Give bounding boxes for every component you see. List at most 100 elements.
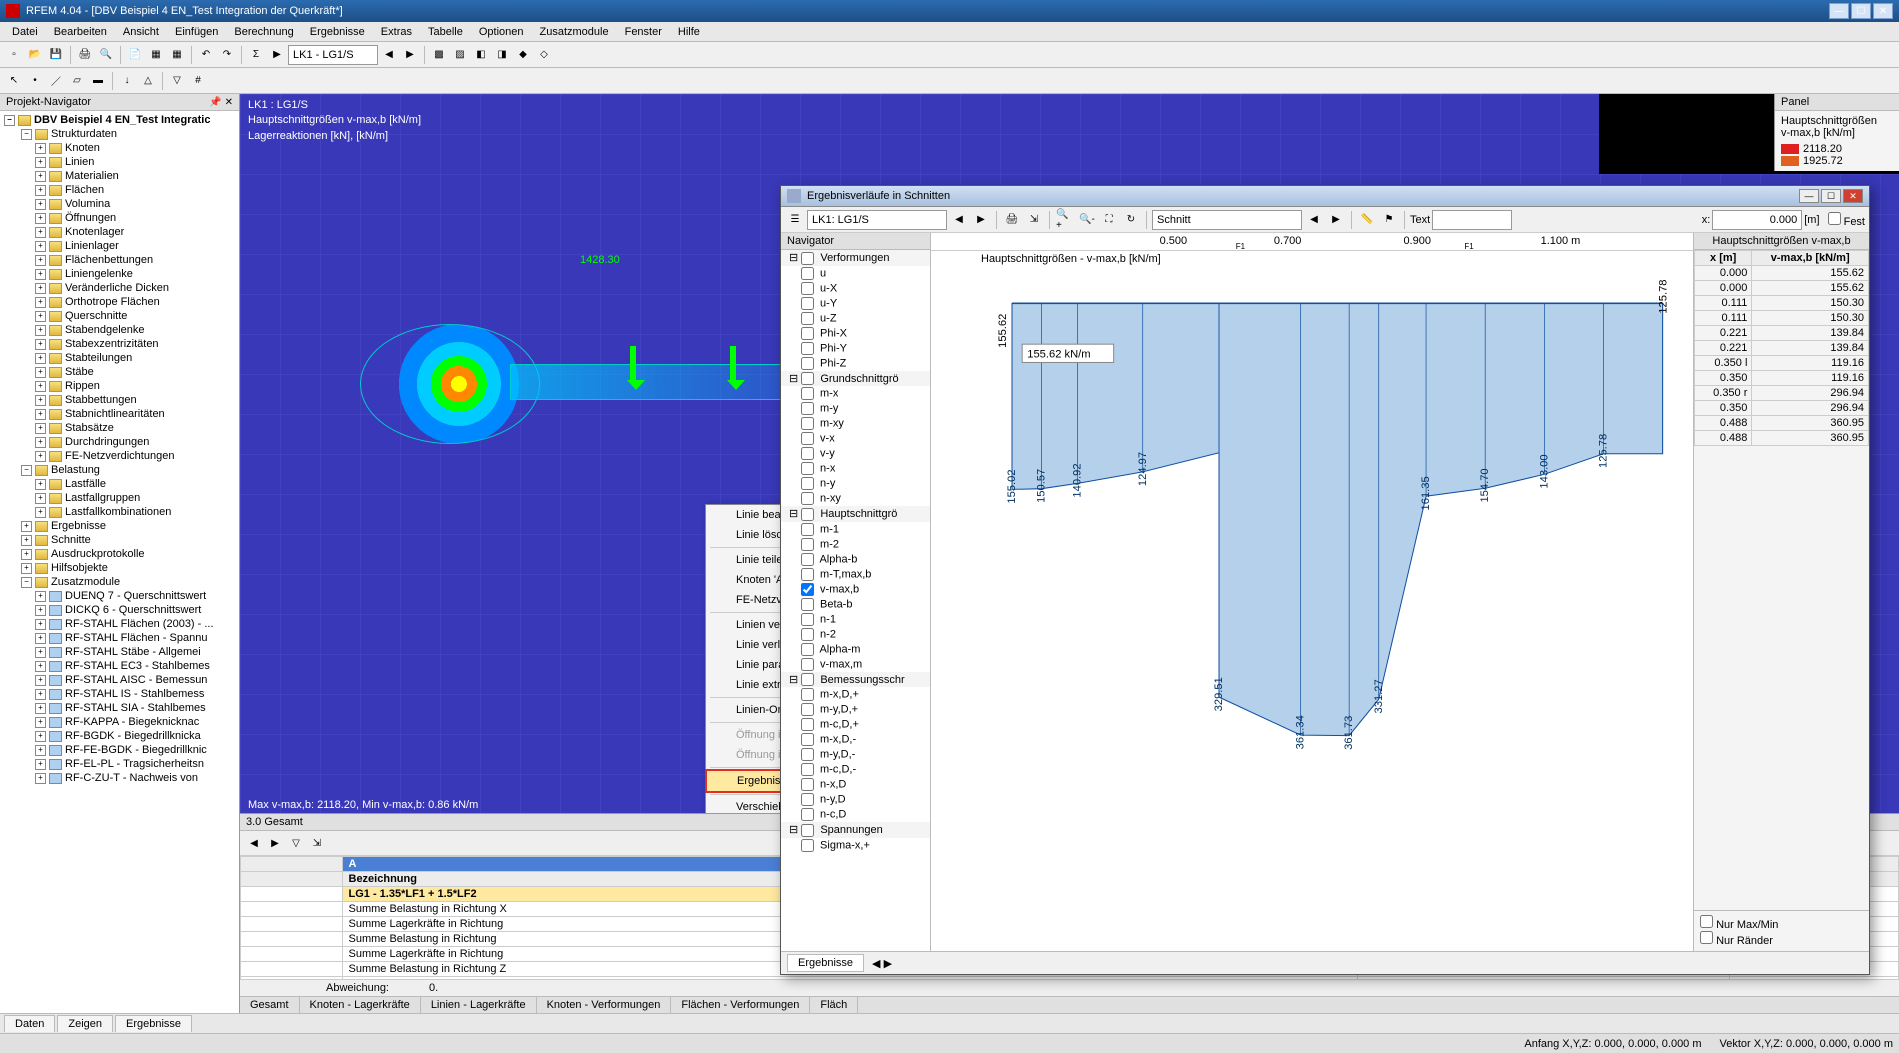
value-row[interactable]: 0.000155.62 <box>1695 281 1869 296</box>
maximize-button[interactable]: ☐ <box>1851 3 1871 19</box>
menu-datei[interactable]: Datei <box>4 24 46 40</box>
dlg-next2-icon[interactable]: ▶ <box>1326 210 1346 230</box>
menu-bearbeiten[interactable]: Bearbeiten <box>46 24 115 40</box>
tree-item[interactable]: +DICKQ 6 - Querschnittswert <box>2 603 237 617</box>
dlg-nav-item[interactable]: Phi-Y <box>781 341 930 356</box>
dlg-nav-item[interactable]: m-c,D,- <box>781 762 930 777</box>
dlg-nav-item[interactable]: m-2 <box>781 537 930 552</box>
dlg-nav-item[interactable]: m-x,D,- <box>781 732 930 747</box>
values-table[interactable]: x [m] v-max,b [kN/m] 0.000155.620.000155… <box>1694 250 1869 446</box>
tree-item[interactable]: +Flächenbettungen <box>2 253 237 267</box>
dlg-nav-item[interactable]: v-max,m <box>781 657 930 672</box>
tree-item[interactable]: +Liniengelenke <box>2 267 237 281</box>
dlg-nav-item[interactable]: m-x <box>781 386 930 401</box>
tree-item[interactable]: +Öffnungen <box>2 211 237 225</box>
node-icon[interactable]: • <box>25 71 45 91</box>
navigator-tree[interactable]: −DBV Beispiel 4 EN_Test Integratic−Struk… <box>0 111 239 1013</box>
dlg-nav-group[interactable]: ⊟ Bemessungsschr <box>781 672 930 688</box>
dlg-text-combo[interactable] <box>1432 210 1512 230</box>
menu-optionen[interactable]: Optionen <box>471 24 532 40</box>
prev-icon[interactable]: ◀ <box>379 45 399 65</box>
dlg-nav-item[interactable]: n-xy <box>781 491 930 506</box>
dlg-nav-item[interactable]: v-y <box>781 446 930 461</box>
tree-item[interactable]: +Stabendgelenke <box>2 323 237 337</box>
table-tab[interactable]: Linien - Lagerkräfte <box>421 997 537 1013</box>
table-icon[interactable]: ▦ <box>146 45 166 65</box>
line-icon[interactable]: ／ <box>46 71 66 91</box>
dlg-fest-checkbox[interactable]: Fest <box>1828 212 1865 228</box>
print-icon[interactable]: 🖨 <box>75 45 95 65</box>
tree-item[interactable]: +Durchdringungen <box>2 435 237 449</box>
tree-item[interactable]: +DUENQ 7 - Querschnittswert <box>2 589 237 603</box>
tree-item[interactable]: +Volumina <box>2 197 237 211</box>
menu-berechnung[interactable]: Berechnung <box>226 24 301 40</box>
dlg-nav-item[interactable]: n-y <box>781 476 930 491</box>
render-icon[interactable]: ◆ <box>513 45 533 65</box>
dlg-nav-item[interactable]: m-1 <box>781 522 930 537</box>
new-icon[interactable]: ▫ <box>4 45 24 65</box>
dlg-nav-item[interactable]: n-x,D <box>781 777 930 792</box>
tree-item[interactable]: +RF-STAHL Stäbe - Allgemei <box>2 645 237 659</box>
tree-item[interactable]: +Linienlager <box>2 239 237 253</box>
tbl-prev-icon[interactable]: ◀ <box>244 833 264 853</box>
dlg-nav-item[interactable]: n-1 <box>781 612 930 627</box>
tree-group[interactable]: +Ergebnisse <box>2 519 237 533</box>
dlg-print-icon[interactable]: 🖨 <box>1002 210 1022 230</box>
tree-item[interactable]: +RF-STAHL AISC - Bemessun <box>2 673 237 687</box>
dlg-nav-item[interactable]: n-2 <box>781 627 930 642</box>
tree-item[interactable]: +RF-STAHL SIA - Stahlbemes <box>2 701 237 715</box>
tree-item[interactable]: +RF-EL-PL - Tragsicherheitsn <box>2 757 237 771</box>
close-button[interactable]: ✕ <box>1873 3 1893 19</box>
menu-zusatzmodule[interactable]: Zusatzmodule <box>532 24 617 40</box>
table-tab[interactable]: Fläch <box>810 997 858 1013</box>
dlg-export-icon[interactable]: ⇲ <box>1024 210 1044 230</box>
dlg-nav-item[interactable]: u <box>781 266 930 281</box>
dlg-nav-item[interactable]: m-y <box>781 401 930 416</box>
value-row[interactable]: 0.488360.95 <box>1695 416 1869 431</box>
tree-item[interactable]: +Materialien <box>2 169 237 183</box>
tbl-next-icon[interactable]: ▶ <box>265 833 285 853</box>
value-row[interactable]: 0.350119.16 <box>1695 371 1869 386</box>
dlg-zoomout-icon[interactable]: 🔍- <box>1077 210 1097 230</box>
member-icon[interactable]: ▬ <box>88 71 108 91</box>
redo-icon[interactable]: ↷ <box>217 45 237 65</box>
tree-group[interactable]: +Schnitte <box>2 533 237 547</box>
tree-item[interactable]: +Knotenlager <box>2 225 237 239</box>
dlg-zoomfit-icon[interactable]: ⛶ <box>1099 210 1119 230</box>
tree-item[interactable]: +RF-BGDK - Biegedrillknicka <box>2 729 237 743</box>
value-row[interactable]: 0.350 r296.94 <box>1695 386 1869 401</box>
dlg-nav-item[interactable]: Sigma-x,+ <box>781 838 930 853</box>
dialog-footer-nav[interactable]: ◀ ▶ <box>872 957 892 970</box>
table2-icon[interactable]: ▦ <box>167 45 187 65</box>
menu-ansicht[interactable]: Ansicht <box>115 24 167 40</box>
tab-zeigen[interactable]: Zeigen <box>57 1015 113 1032</box>
run-icon[interactable]: ▶ <box>267 45 287 65</box>
tree-group[interactable]: −Strukturdaten <box>2 127 237 141</box>
tree-item[interactable]: +Stabteilungen <box>2 351 237 365</box>
tab-daten[interactable]: Daten <box>4 1015 55 1032</box>
tree-item[interactable]: +RF-STAHL Flächen (2003) - ... <box>2 617 237 631</box>
tree-item[interactable]: +Stabsätze <box>2 421 237 435</box>
tree-group[interactable]: −Belastung <box>2 463 237 477</box>
tree-item[interactable]: +Stabbettungen <box>2 393 237 407</box>
tree-item[interactable]: +Lastfälle <box>2 477 237 491</box>
dialog-navigator[interactable]: Navigator ⊟ Verformungen u u-X u-Y u-Z P… <box>781 233 931 951</box>
table-tab[interactable]: Flächen - Verformungen <box>671 997 810 1013</box>
tree-item[interactable]: +Lastfallgruppen <box>2 491 237 505</box>
dialog-chart[interactable]: 0.500 0.700 0.900 1.100 m F1 F1 Hauptsch… <box>931 233 1694 951</box>
dlg-nav-item[interactable]: Beta-b <box>781 597 930 612</box>
surface-icon[interactable]: ▱ <box>67 71 87 91</box>
menu-ergebnisse[interactable]: Ergebnisse <box>302 24 373 40</box>
tree-item[interactable]: +RF-STAHL IS - Stahlbemess <box>2 687 237 701</box>
tbl-export-icon[interactable]: ⇲ <box>307 833 327 853</box>
value-row[interactable]: 0.221139.84 <box>1695 326 1869 341</box>
table-tab[interactable]: Knoten - Verformungen <box>537 997 672 1013</box>
dlg-nav-item[interactable]: m-x,D,+ <box>781 687 930 702</box>
dlg-loadcase-combo[interactable]: LK1: LG1/S <box>807 210 947 230</box>
loadcase-combo[interactable]: LK1 - LG1/S <box>288 45 378 65</box>
dlg-nav-item[interactable]: Phi-X <box>781 326 930 341</box>
tree-group[interactable]: +Ausdruckprotokolle <box>2 547 237 561</box>
dlg-zoomin-icon[interactable]: 🔍+ <box>1055 210 1075 230</box>
tree-group[interactable]: +Hilfsobjekte <box>2 561 237 575</box>
dlg-nav-item[interactable]: u-X <box>781 281 930 296</box>
